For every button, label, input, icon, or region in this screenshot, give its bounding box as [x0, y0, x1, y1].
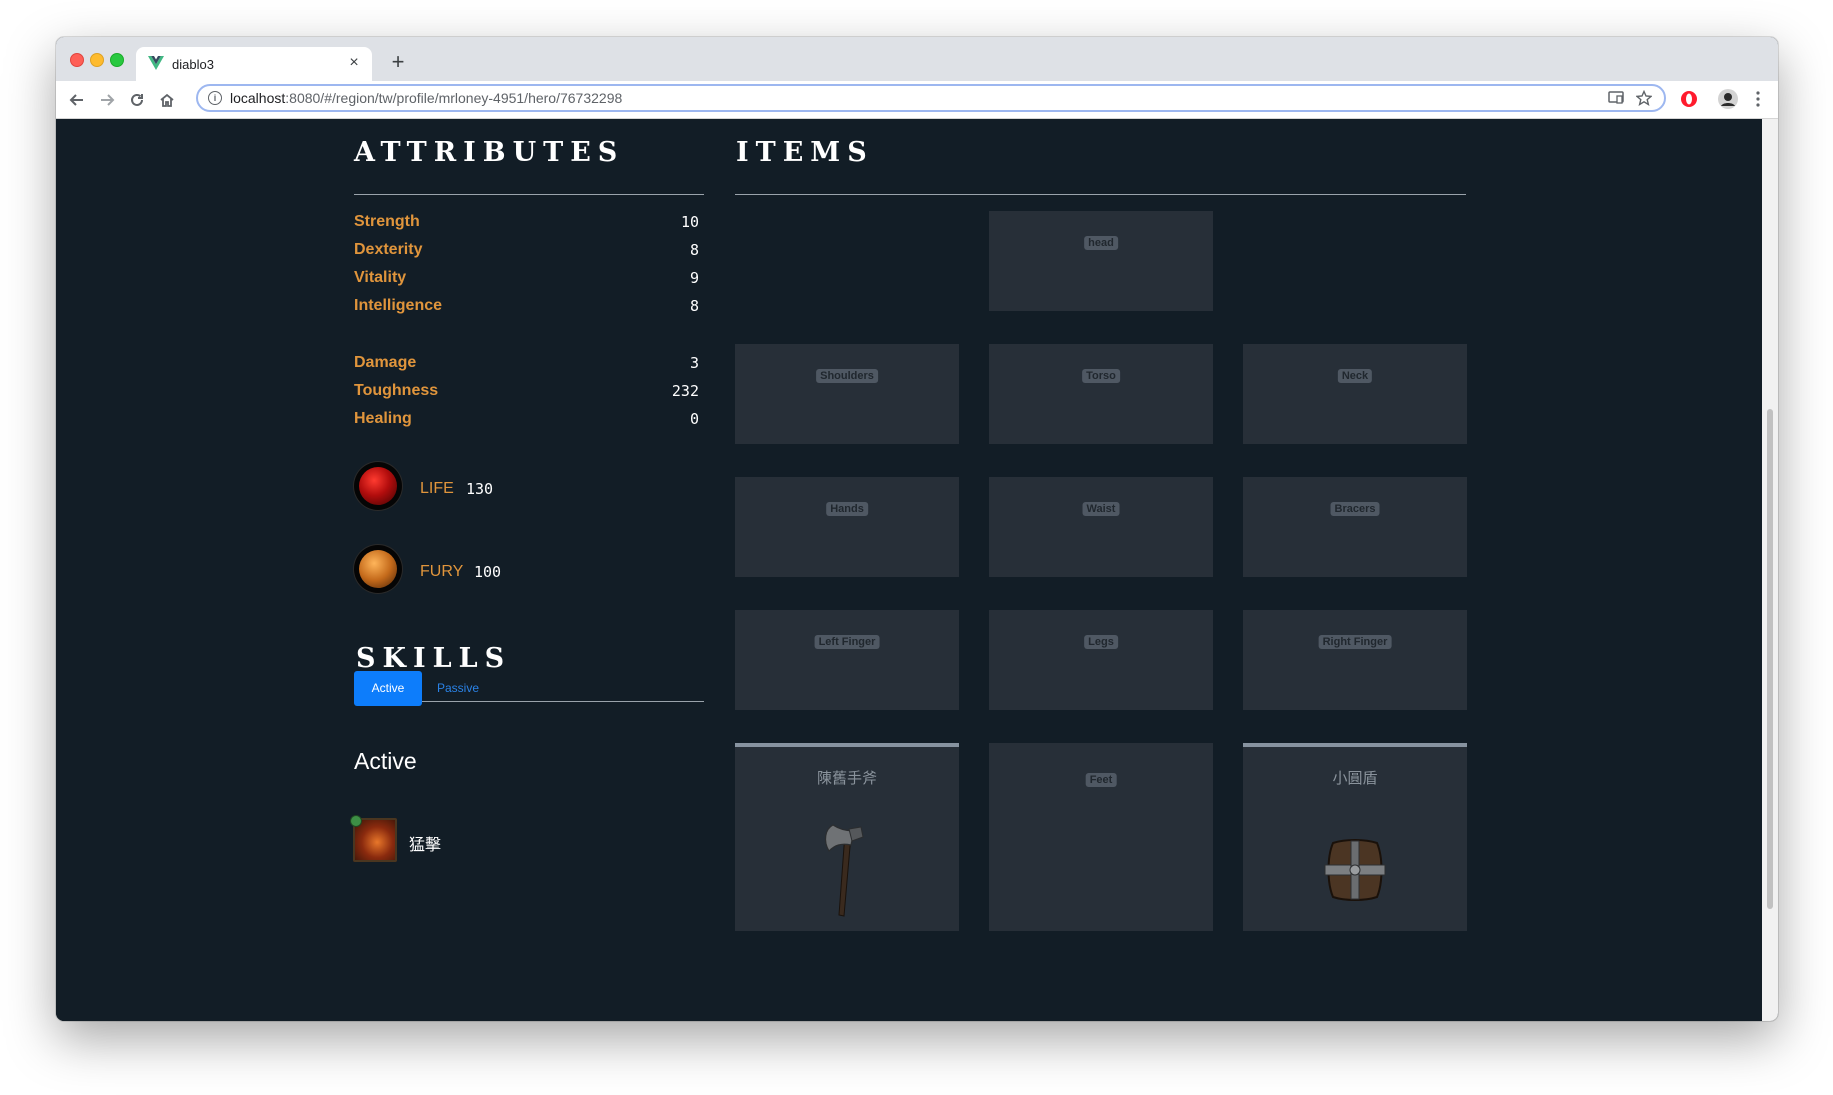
slot-label: Shoulders [816, 369, 878, 383]
stat-value: 10 [680, 213, 699, 231]
close-window-button[interactable] [70, 53, 84, 67]
slot-label: Hands [826, 502, 868, 516]
reload-icon[interactable] [124, 87, 150, 113]
fury-value: 100 [474, 563, 502, 581]
stat-row-healing: Healing 0 [354, 410, 699, 438]
tab-active-skills[interactable]: Active [354, 671, 422, 706]
stat-label: Strength [354, 213, 420, 230]
vue-logo-icon [148, 56, 164, 70]
home-icon[interactable] [154, 87, 180, 113]
buckler-shield-icon [1324, 839, 1386, 901]
cast-icon[interactable] [1608, 91, 1624, 105]
item-slot-hands[interactable]: Hands [735, 477, 959, 577]
stat-row-toughness: Toughness 232 [354, 382, 699, 410]
item-slot-neck[interactable]: Neck [1243, 344, 1467, 444]
stat-label: Damage [354, 354, 417, 371]
url-text: localhost:8080/#/region/tw/profile/mrlon… [230, 90, 622, 106]
slot-label: Legs [1084, 635, 1118, 649]
stat-value: 0 [689, 410, 699, 428]
item-slot-shoulders[interactable]: Shoulders [735, 344, 959, 444]
life-value: 130 [466, 480, 494, 498]
attributes-divider [354, 194, 704, 195]
tab-strip: diablo3 × + [56, 37, 1778, 81]
profile-avatar-icon[interactable] [1718, 89, 1738, 109]
slot-label: Left Finger [814, 635, 880, 649]
slot-label: Torso [1082, 369, 1120, 383]
item-name: 陳舊手斧 [816, 770, 877, 787]
url-path: :8080/#/region/tw/profile/mrloney-4951/h… [285, 90, 623, 106]
stat-row-vitality: Vitality 9 [354, 269, 699, 297]
item-name: 小圓盾 [1332, 770, 1378, 787]
attributes-heading: ATTRIBUTES [354, 137, 625, 168]
stat-label: Toughness [354, 382, 439, 399]
browser-window: diablo3 × + i localhost:8080/#/region/tw… [56, 37, 1778, 1021]
slot-label: Waist [1082, 502, 1120, 516]
opera-extension-icon[interactable] [1680, 90, 1698, 108]
stat-value: 3 [689, 354, 699, 372]
url-host: localhost [230, 90, 286, 106]
forward-icon[interactable] [94, 87, 120, 113]
skill-name: 猛擊 [409, 837, 442, 854]
browser-tab[interactable]: diablo3 × [136, 47, 372, 81]
stat-value: 9 [689, 269, 699, 287]
tab-title: diablo3 [172, 57, 214, 72]
item-slot-left-finger[interactable]: Left Finger [735, 610, 959, 710]
item-slot-off-hand[interactable]: 小圓盾 [1243, 743, 1467, 931]
slot-label: head [1084, 236, 1118, 250]
stat-value: 8 [689, 241, 699, 259]
site-info-icon[interactable]: i [208, 91, 222, 105]
stat-label: Healing [354, 410, 412, 427]
address-bar[interactable]: i localhost:8080/#/region/tw/profile/mrl… [196, 84, 1666, 112]
stat-row-strength: Strength 10 [354, 213, 699, 241]
bash-skill-icon[interactable] [350, 815, 397, 862]
bookmark-star-icon[interactable] [1636, 90, 1652, 106]
fury-orb-icon [354, 545, 402, 593]
fury-label: FURY [420, 563, 464, 580]
back-icon[interactable] [64, 87, 90, 113]
slot-label: Right Finger [1318, 635, 1392, 649]
slot-label: Feet [1085, 773, 1117, 787]
hand-axe-icon [824, 824, 864, 917]
item-slot-bracers[interactable]: Bracers [1243, 477, 1467, 577]
stat-row-dexterity: Dexterity 8 [354, 241, 699, 269]
tab-passive-skills[interactable]: Passive [437, 681, 479, 695]
stat-label: Vitality [354, 269, 407, 286]
item-slot-head[interactable]: head [989, 211, 1213, 311]
page-content: ATTRIBUTES Strength 10 Dexterity 8 Vital… [56, 119, 1762, 1021]
slot-label: Neck [1337, 369, 1373, 383]
life-label: LIFE [420, 480, 454, 497]
item-slot-waist[interactable]: Waist [989, 477, 1213, 577]
item-slot-main-hand[interactable]: 陳舊手斧 [735, 743, 959, 931]
active-skills-title: Active [354, 748, 417, 774]
stat-value: 8 [689, 297, 699, 315]
item-slot-feet[interactable]: Feet [989, 743, 1213, 931]
minimize-window-button[interactable] [90, 53, 104, 67]
browser-toolbar: i localhost:8080/#/region/tw/profile/mrl… [56, 81, 1778, 119]
items-heading: ITEMS [736, 137, 874, 168]
rune-gem-icon [350, 815, 362, 827]
page-scrollbar[interactable] [1762, 119, 1778, 1021]
stat-row-intelligence: Intelligence 8 [354, 297, 699, 325]
life-orb-icon [354, 462, 402, 510]
stat-label: Intelligence [354, 297, 443, 314]
item-slot-torso[interactable]: Torso [989, 344, 1213, 444]
stat-row-damage: Damage 3 [354, 354, 699, 382]
tab-close-icon[interactable]: × [344, 53, 364, 73]
scrollbar-thumb[interactable] [1767, 409, 1773, 909]
slot-label: Bracers [1330, 502, 1380, 516]
maximize-window-button[interactable] [110, 53, 124, 67]
skills-heading: SKILLS [356, 643, 512, 674]
browser-menu-icon[interactable] [1756, 91, 1760, 107]
item-slot-legs[interactable]: Legs [989, 610, 1213, 710]
stat-label: Dexterity [354, 241, 423, 258]
new-tab-button[interactable]: + [386, 51, 410, 75]
stat-value: 232 [671, 382, 699, 400]
items-divider [735, 194, 1466, 195]
item-slot-right-finger[interactable]: Right Finger [1243, 610, 1467, 710]
